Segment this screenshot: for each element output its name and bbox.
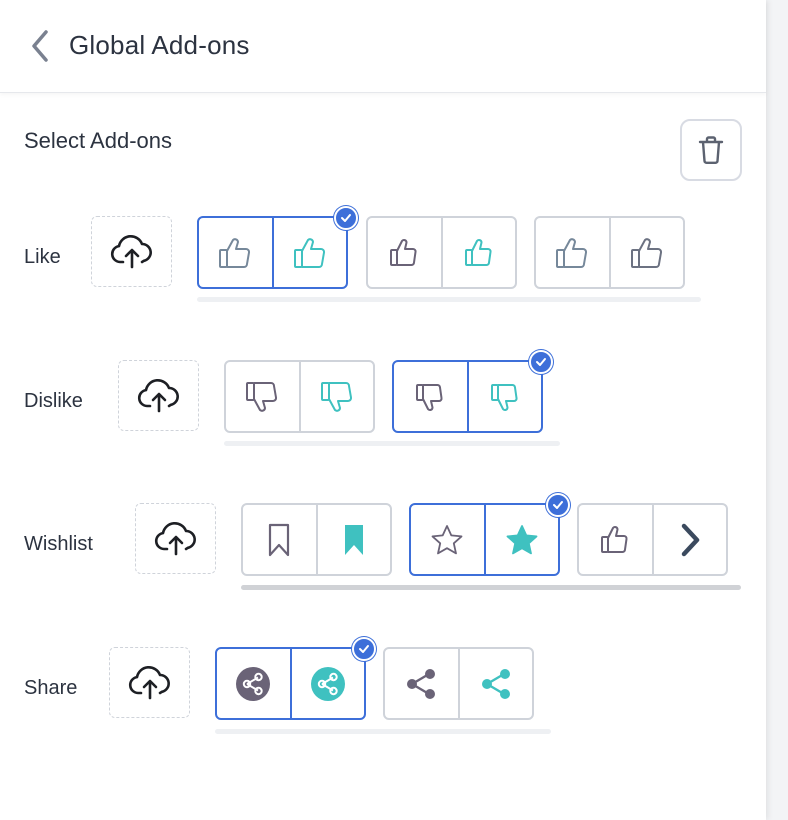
like-option-3[interactable] xyxy=(534,216,685,289)
like-option-3-default xyxy=(536,218,609,287)
thumbs-up-icon xyxy=(464,238,492,266)
cloud-upload-icon xyxy=(128,665,170,699)
wishlist-option-2-active xyxy=(483,505,559,574)
wishlist-option-1-active xyxy=(315,505,391,574)
share-option-1-default xyxy=(217,649,290,718)
star-filled-icon xyxy=(506,524,538,554)
dislike-option-1-default xyxy=(226,362,299,431)
thumbs-down-icon xyxy=(490,383,518,411)
star-icon xyxy=(431,524,463,554)
thumbs-up-icon xyxy=(390,238,417,266)
row-label-share: Share xyxy=(24,677,78,699)
like-option-2-active xyxy=(440,218,516,287)
share-option-2[interactable] xyxy=(383,647,534,720)
thumbs-up-icon xyxy=(219,237,251,268)
header: Global Add-ons xyxy=(0,0,766,93)
like-option-2[interactable] xyxy=(366,216,517,289)
wishlist-option-3-default xyxy=(579,505,652,574)
like-option-1-active xyxy=(271,218,347,287)
wishlist-option-3[interactable] xyxy=(577,503,728,576)
dislike-option-2-active xyxy=(466,362,542,431)
thumbs-up-icon xyxy=(630,237,662,268)
upload-button-wishlist[interactable] xyxy=(135,503,216,574)
section-title: Select Add-ons xyxy=(24,128,172,153)
like-option-1-default xyxy=(199,218,272,287)
like-option-2-default xyxy=(368,218,441,287)
dislike-option-1-active xyxy=(298,362,374,431)
thumbs-down-icon xyxy=(416,383,443,411)
thumbs-up-icon xyxy=(556,237,588,268)
wishlist-scrollbar[interactable] xyxy=(241,585,741,590)
selected-check-icon xyxy=(352,637,376,661)
bookmark-icon xyxy=(269,523,290,556)
wishlist-option-2-default xyxy=(411,505,484,574)
like-option-3-active xyxy=(608,218,684,287)
global-addons-panel: Global Add-ons Select Add-ons Like Disli… xyxy=(0,0,766,820)
selected-check-icon xyxy=(334,206,358,230)
share-icon xyxy=(481,668,510,699)
share-scrollbar[interactable] xyxy=(215,729,551,734)
share-circle-icon xyxy=(310,666,345,701)
upload-button-share[interactable] xyxy=(109,647,190,718)
cloud-upload-icon xyxy=(110,234,152,268)
wishlist-option-2[interactable] xyxy=(409,503,560,576)
share-option-2-default xyxy=(385,649,458,718)
dislike-option-2[interactable] xyxy=(392,360,543,433)
bookmark-filled-icon xyxy=(344,524,363,555)
trash-icon xyxy=(698,136,724,165)
like-option-1[interactable] xyxy=(197,216,348,289)
wishlist-option-1-default xyxy=(243,505,316,574)
back-button[interactable] xyxy=(26,28,56,64)
like-scrollbar[interactable] xyxy=(197,297,701,302)
thumbs-down-icon xyxy=(320,381,352,412)
row-label-like: Like xyxy=(24,246,61,268)
row-label-dislike: Dislike xyxy=(24,390,83,412)
wishlist-option-1[interactable] xyxy=(241,503,392,576)
share-option-1[interactable] xyxy=(215,647,366,720)
thumbs-down-icon xyxy=(246,381,278,412)
thumbs-up-icon xyxy=(601,525,628,553)
share-icon xyxy=(407,668,436,699)
delete-button[interactable] xyxy=(680,119,742,181)
dislike-option-2-default xyxy=(394,362,467,431)
dislike-scrollbar[interactable] xyxy=(224,441,560,446)
dislike-option-1[interactable] xyxy=(224,360,375,433)
share-circle-icon xyxy=(236,666,271,701)
page-title: Global Add-ons xyxy=(69,30,250,60)
cloud-upload-icon xyxy=(137,378,179,412)
chevron-left-icon xyxy=(32,30,48,62)
cloud-upload-icon xyxy=(154,521,196,555)
scroll-next-button[interactable] xyxy=(651,505,727,574)
selected-check-icon xyxy=(529,350,553,374)
thumbs-up-icon xyxy=(293,237,325,268)
upload-button-dislike[interactable] xyxy=(118,360,199,431)
chevron-right-icon xyxy=(681,523,699,556)
selected-check-icon xyxy=(546,493,570,517)
share-option-2-active xyxy=(457,649,533,718)
row-label-wishlist: Wishlist xyxy=(24,533,93,555)
upload-button-like[interactable] xyxy=(91,216,172,287)
share-option-1-active xyxy=(289,649,365,718)
